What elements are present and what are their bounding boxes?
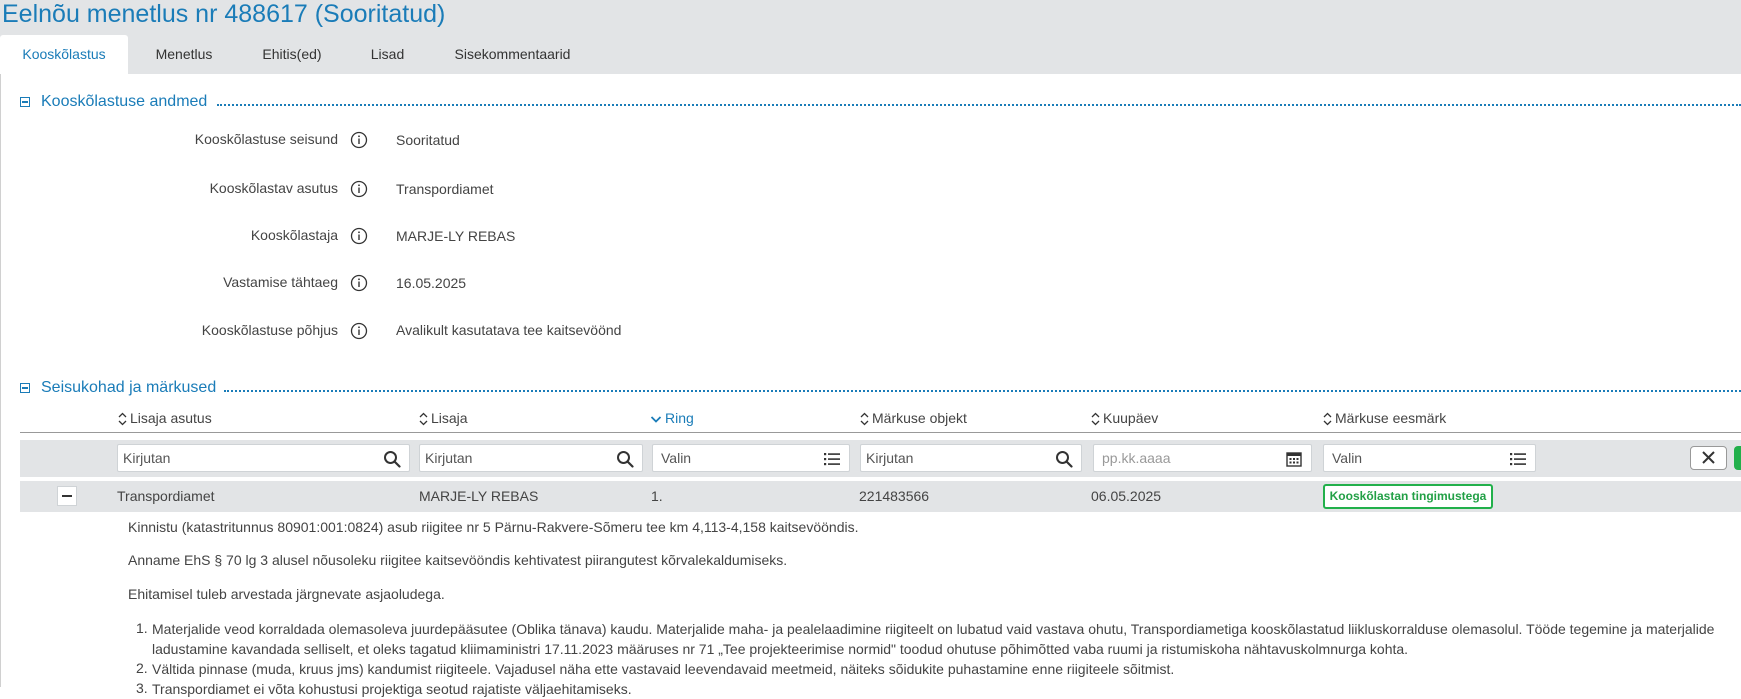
info-icon[interactable] bbox=[350, 322, 368, 340]
sort-icon bbox=[118, 412, 127, 426]
filter-lisaja[interactable] bbox=[419, 444, 643, 472]
sort-icon bbox=[419, 412, 428, 426]
filter-ring-select[interactable]: Valin bbox=[652, 444, 850, 472]
column-header-markuse-objekt[interactable]: Märkuse objekt bbox=[860, 410, 967, 426]
tab-sisekommentaarid[interactable]: Sisekommentaarid bbox=[445, 35, 580, 74]
comment-paragraph: Ehitamisel tuleb arvestada järgnevate as… bbox=[128, 586, 445, 602]
filter-lisaja-input[interactable] bbox=[420, 445, 603, 471]
column-header-lisaja[interactable]: Lisaja bbox=[419, 410, 468, 426]
search-icon[interactable] bbox=[1055, 450, 1073, 468]
filter-kuupaev-placeholder: pp.kk.aaaa bbox=[1102, 450, 1171, 466]
list-item-line: Materjalide veod korraldada olemasoleva … bbox=[152, 621, 1715, 637]
sort-icon bbox=[1323, 412, 1332, 426]
cell-lisaja-asutus: Transpordiamet bbox=[117, 488, 215, 504]
section-title[interactable]: Seisukohad ja märkused bbox=[41, 379, 223, 397]
filter-markuse-objekt[interactable] bbox=[860, 444, 1082, 472]
section-divider bbox=[217, 104, 1741, 106]
column-header-kuupaev[interactable]: Kuupäev bbox=[1091, 410, 1158, 426]
list-number: 2. bbox=[136, 660, 148, 676]
page-title: Eelnõu menetlus nr 488617 (Sooritatud) bbox=[2, 0, 446, 28]
comment-paragraph: Anname EhS § 70 lg 3 alusel nõusoleku ri… bbox=[128, 552, 788, 568]
filter-kuupaev[interactable]: pp.kk.aaaa bbox=[1093, 444, 1312, 472]
list-icon[interactable] bbox=[1509, 450, 1527, 468]
tab-lisad[interactable]: Lisad bbox=[360, 35, 415, 74]
section-title[interactable]: Kooskõlastuse andmed bbox=[41, 93, 214, 111]
list-number: 1. bbox=[136, 620, 148, 636]
field-value: Transpordiamet bbox=[396, 181, 494, 197]
column-header-label: Lisaja asutus bbox=[130, 410, 212, 426]
field-label: Kooskõlastaja bbox=[250, 227, 338, 243]
filter-ring-placeholder: Valin bbox=[661, 450, 692, 466]
list-item-line: Vältida pinnase (muda, kruus jms) kandum… bbox=[152, 661, 1175, 677]
comment-paragraph: Kinnistu (katastritunnus 80901:001:0824)… bbox=[128, 519, 859, 535]
info-icon[interactable] bbox=[350, 274, 368, 292]
content-border bbox=[0, 74, 1, 687]
info-icon[interactable] bbox=[350, 227, 368, 245]
row-collapse-button[interactable] bbox=[57, 486, 77, 506]
list-item-line: Transpordiamet ei võta kohustusi projekt… bbox=[152, 681, 632, 697]
tab-kooskolastus[interactable]: Kooskõlastus bbox=[0, 35, 128, 74]
field-value: Sooritatud bbox=[396, 132, 460, 148]
tab-menetlus[interactable]: Menetlus bbox=[135, 35, 233, 74]
filter-lisaja-asutus[interactable] bbox=[117, 444, 410, 472]
status-badge: Kooskõlastan tingimustega bbox=[1323, 484, 1493, 509]
section-divider bbox=[224, 390, 1741, 392]
list-number: 3. bbox=[136, 680, 148, 696]
calendar-icon[interactable] bbox=[1285, 450, 1303, 468]
column-header-label: Kuupäev bbox=[1103, 410, 1159, 426]
list-item-line: ladustamine kavandada selliselt, et olek… bbox=[152, 641, 1409, 657]
column-header-label: Märkuse eesmärk bbox=[1335, 410, 1447, 426]
filter-markuse-eesmark-placeholder: Valin bbox=[1332, 450, 1363, 466]
close-icon bbox=[1702, 451, 1715, 464]
info-icon[interactable] bbox=[350, 180, 368, 198]
filter-markuse-objekt-input[interactable] bbox=[861, 445, 1042, 471]
column-header-ring[interactable]: Ring bbox=[650, 410, 694, 426]
info-icon[interactable] bbox=[350, 131, 368, 149]
tab-ehitised[interactable]: Ehitis(ed) bbox=[247, 35, 337, 74]
field-label: Kooskõlastuse põhjus bbox=[201, 322, 338, 338]
section-collapse-button[interactable] bbox=[20, 97, 30, 107]
field-label: Kooskõlastuse seisund bbox=[194, 131, 338, 147]
column-header-label: Märkuse objekt bbox=[872, 410, 967, 426]
sort-icon bbox=[1091, 412, 1100, 426]
column-header-lisaja-asutus[interactable]: Lisaja asutus bbox=[118, 410, 212, 426]
filter-markuse-eesmark-select[interactable]: Valin bbox=[1323, 444, 1536, 472]
column-header-label: Ring bbox=[665, 410, 694, 426]
field-value: Avalikult kasutatava tee kaitsevöönd bbox=[396, 322, 622, 338]
list-icon[interactable] bbox=[823, 450, 841, 468]
column-header-label: Lisaja bbox=[431, 410, 468, 426]
section-seisukohad: Seisukohad ja märkused bbox=[20, 379, 1741, 399]
cell-lisaja: MARJE-LY REBAS bbox=[419, 488, 539, 504]
filter-lisaja-asutus-input[interactable] bbox=[118, 445, 356, 471]
clear-filters-button[interactable] bbox=[1690, 446, 1727, 470]
search-icon[interactable] bbox=[616, 450, 634, 468]
column-header-markuse-eesmark[interactable]: Märkuse eesmärk bbox=[1323, 410, 1446, 426]
section-kooskolastuse-andmed: Kooskõlastuse andmed bbox=[20, 93, 1741, 113]
apply-filter-button[interactable] bbox=[1734, 446, 1741, 470]
field-label: Vastamise tähtaeg bbox=[223, 274, 338, 290]
field-value: 16.05.2025 bbox=[396, 275, 467, 291]
field-value: MARJE-LY REBAS bbox=[396, 228, 516, 244]
search-icon[interactable] bbox=[383, 450, 401, 468]
table-header-divider bbox=[20, 432, 1741, 433]
cell-ring: 1. bbox=[651, 488, 663, 504]
field-label: Kooskõlastav asutus bbox=[209, 180, 338, 196]
cell-kuupaev: 06.05.2025 bbox=[1091, 488, 1162, 504]
cell-markuse-objekt: 221483566 bbox=[859, 488, 930, 504]
section-collapse-button[interactable] bbox=[20, 383, 30, 393]
sort-icon bbox=[860, 412, 869, 426]
sort-desc-icon bbox=[650, 416, 662, 424]
